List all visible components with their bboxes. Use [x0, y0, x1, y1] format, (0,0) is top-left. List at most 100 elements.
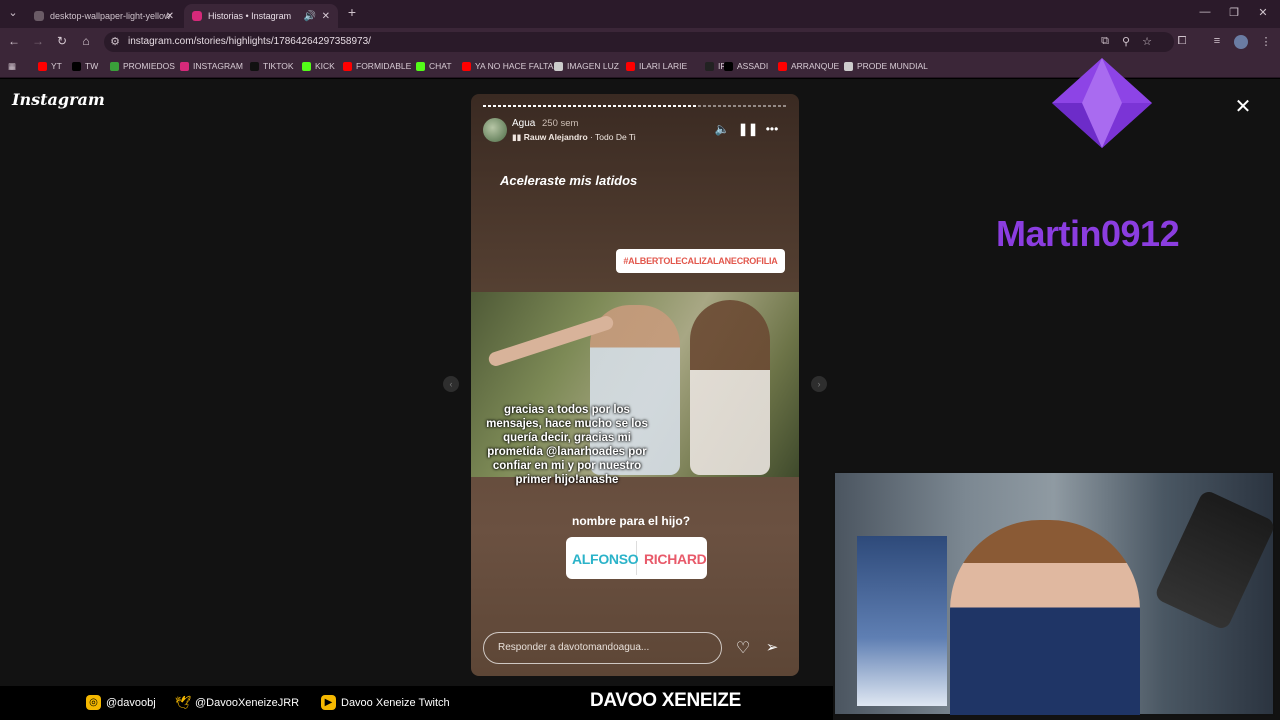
bookmark-label: INSTAGRAM [193, 61, 243, 71]
install-app-icon[interactable]: ⧉ [1098, 35, 1112, 48]
reading-list-icon[interactable]: ≡ [1210, 35, 1224, 47]
bookmark-prode-mundial[interactable]: PRODE MUNDIAL [844, 61, 928, 71]
bookmark-favicon-icon [250, 61, 259, 71]
story-music[interactable]: ▮▮ Rauw Alejandro · Todo De Ti [512, 132, 636, 143]
close-window-icon[interactable]: ✕ [1256, 6, 1270, 19]
pause-icon[interactable]: ❚❚ [738, 122, 758, 136]
bookmark-favicon-icon [778, 61, 787, 71]
speaker-icon[interactable]: 🔊 [304, 11, 316, 22]
story-time: 250 sem [542, 118, 579, 129]
reply-input[interactable]: Responder a davotomandoagua... [483, 632, 722, 664]
story-username[interactable]: Agua [512, 118, 535, 129]
story-caption-photo: gracias a todos por los mensajes, hace m… [486, 404, 648, 486]
instagram-icon [192, 11, 202, 21]
bookmark-label: IMAGEN LUZ [567, 61, 619, 71]
bookmark-chat[interactable]: CHAT [416, 61, 452, 71]
back-icon[interactable]: ← [6, 34, 22, 48]
extensions-icon[interactable]: ⧠ [1175, 35, 1189, 48]
instagram-logo[interactable]: Instagram [12, 90, 105, 109]
bookmark-label: TIKTOK [263, 61, 294, 71]
bookmark-instagram[interactable]: INSTAGRAM [180, 61, 243, 71]
bookmark-favicon-icon [343, 61, 352, 71]
poll-question: nombre para el hijo? [572, 514, 691, 528]
bookmark-favicon-icon [38, 61, 47, 71]
bookmark-favicon-icon [724, 61, 733, 71]
bookmark-label: ASSADI [737, 61, 769, 71]
screen: ⌄ desktop-wallpaper-light-yellow ✕ Histo… [0, 0, 1280, 720]
bookmark-formidable[interactable]: FORMIDABLE [343, 61, 411, 71]
volume-icon[interactable]: 🔈 [714, 122, 730, 136]
hashtag-sticker[interactable]: #ALBERTOLECALIZALANECROFILIA [616, 249, 785, 273]
bookmark-label: ILARI LARIE [639, 61, 688, 71]
music-artist: Rauw Alejandro [523, 132, 588, 142]
bookmark-tw[interactable]: TW [72, 61, 98, 71]
bookmark-promiedos[interactable]: PROMIEDOS [110, 61, 175, 71]
photo-person-woman [690, 300, 770, 475]
url-text: instagram.com/stories/highlights/1786426… [128, 36, 371, 47]
bookmark-label: TW [85, 61, 99, 71]
instagram-icon: ◎ [86, 695, 101, 710]
bookmark-kick[interactable]: KICK [302, 61, 335, 71]
poll-option-alfonso[interactable]: ALFONSO [572, 551, 639, 567]
bookmark-yt[interactable]: YT [38, 61, 62, 71]
bookmark-imagen-luz[interactable]: IMAGEN LUZ [554, 61, 619, 71]
social-handle: @davoobj [106, 696, 156, 709]
tab-instagram[interactable]: Historias • Instagram 🔊 ✕ [184, 4, 338, 28]
restore-icon[interactable]: ❐ [1227, 6, 1241, 19]
tab-label: Historias • Instagram [208, 11, 292, 21]
bookmark-label: CHAT [429, 61, 452, 71]
bookmark-label: PROMIEDOS [123, 61, 175, 71]
globe-icon [34, 11, 44, 21]
bookmark-arranque[interactable]: ARRANQUE [778, 61, 839, 71]
tab-label: desktop-wallpaper-light-yellow [50, 11, 171, 21]
music-song: · Todo De Ti [590, 132, 636, 142]
like-heart-icon[interactable]: ♡ [734, 638, 752, 658]
reload-icon[interactable]: ↻ [54, 34, 70, 48]
bookmark-favicon-icon [72, 61, 81, 71]
bookmark-favicon-icon [416, 61, 425, 71]
home-icon[interactable]: ⌂ [78, 34, 94, 48]
streamer-name: Martin0912 [996, 213, 1180, 254]
close-tab-icon[interactable]: ✕ [166, 11, 174, 22]
previous-story-icon[interactable]: ‹ [443, 376, 459, 392]
bookmark-ilari-larie[interactable]: ILARI LARIE [626, 61, 687, 71]
story-progress-fill [483, 105, 696, 107]
poll-option-richard[interactable]: RICHARD [644, 551, 707, 567]
social-twitter: 🕊 @DavooXeneizeJRR [175, 695, 299, 710]
apps-grid-icon[interactable]: ▦ [8, 61, 16, 72]
minimize-icon[interactable]: — [1198, 6, 1212, 18]
tab-search-icon[interactable]: ⌄ [6, 6, 20, 19]
bookmark-favicon-icon [302, 61, 311, 71]
avatar[interactable] [483, 118, 507, 142]
tab-wallpaper[interactable]: desktop-wallpaper-light-yellow ✕ [26, 4, 182, 28]
bookmark-favicon-icon [180, 61, 189, 71]
bookmark-favicon-icon [626, 61, 635, 71]
bookmark-favicon-icon [554, 61, 563, 71]
profile-avatar[interactable] [1234, 35, 1248, 49]
bookmark-favicon-icon [110, 61, 119, 71]
twitch-icon: ▶ [321, 695, 336, 710]
forward-icon[interactable]: → [30, 34, 46, 48]
story-caption-top: Aceleraste mis latidos [500, 173, 638, 188]
bookmark-label: YT [51, 61, 62, 71]
send-icon[interactable]: ➢ [763, 638, 781, 656]
bookmark-favicon-icon [705, 61, 714, 71]
menu-kebab-icon[interactable]: ⋮ [1259, 35, 1273, 48]
more-options-icon[interactable]: ••• [764, 122, 780, 136]
bookmark-star-icon[interactable]: ☆ [1140, 35, 1154, 48]
gem-logo-icon [1052, 58, 1152, 148]
social-handle: Davoo Xeneize Twitch [341, 696, 450, 709]
bookmark-tiktok[interactable]: TIKTOK [250, 61, 294, 71]
bookmark-label: ARRANQUE [791, 61, 840, 71]
new-tab-button[interactable]: + [345, 4, 359, 20]
bookmark-ya-no-hace-falta[interactable]: YA NO HACE FALTA [462, 61, 553, 71]
close-story-icon[interactable]: ✕ [1232, 96, 1254, 118]
bookmark-assadi[interactable]: ASSADI [724, 61, 768, 71]
next-story-icon[interactable]: › [811, 376, 827, 392]
bookmark-label: FORMIDABLE [356, 61, 412, 71]
bookmark-favicon-icon [844, 61, 853, 71]
zoom-icon[interactable]: ⚲ [1119, 35, 1133, 48]
social-twitch: ▶ Davoo Xeneize Twitch [321, 695, 450, 710]
site-info-icon[interactable]: ⚙ [108, 35, 122, 48]
close-tab-icon[interactable]: ✕ [322, 11, 330, 22]
